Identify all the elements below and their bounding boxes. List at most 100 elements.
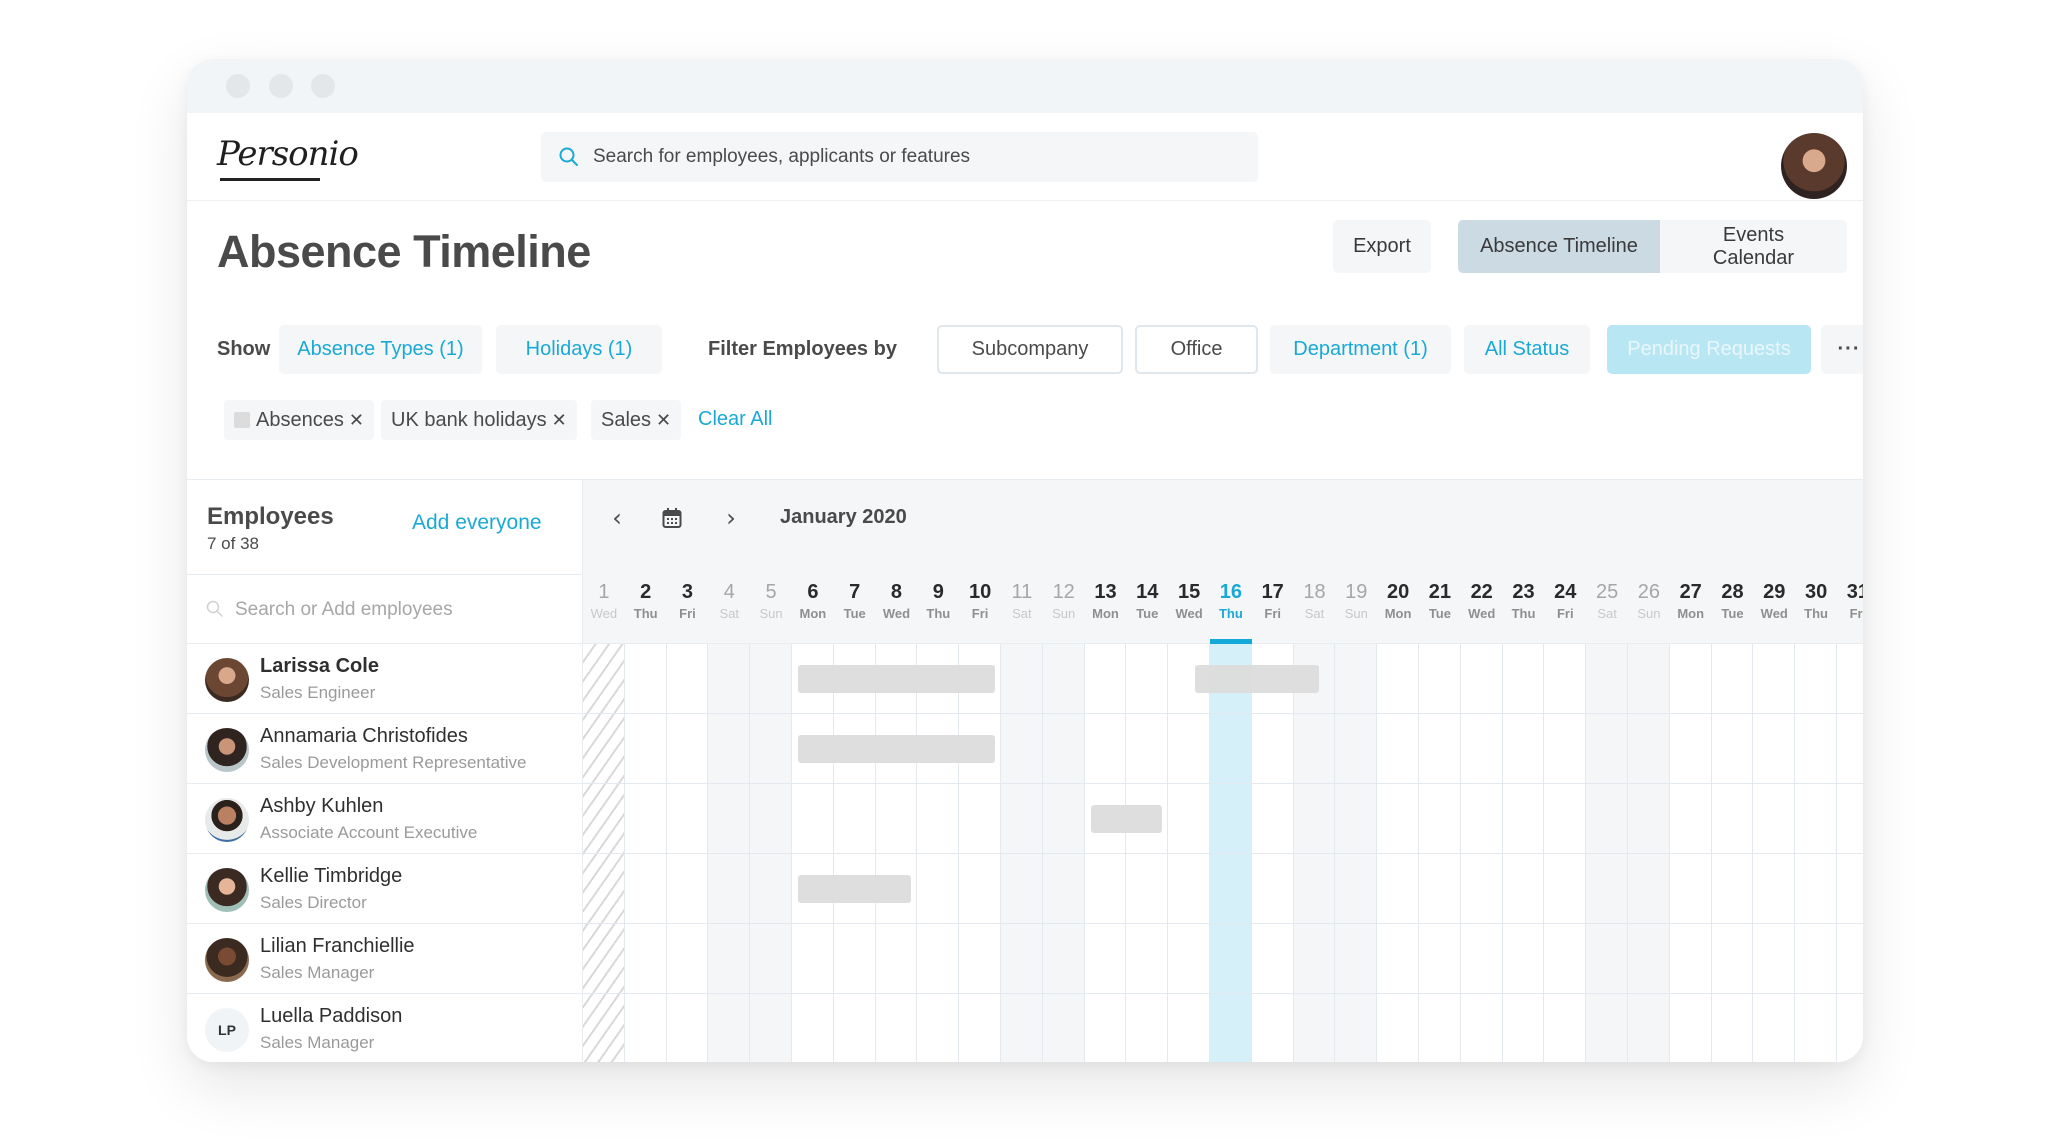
day-number: 25 xyxy=(1595,581,1619,603)
day-header: 12 Sun xyxy=(1043,580,1085,624)
export-button[interactable]: Export xyxy=(1333,220,1431,273)
employee-search[interactable] xyxy=(187,575,583,644)
employee-row[interactable]: Kellie Timbridge Sales Director xyxy=(187,854,583,924)
status-filter[interactable]: All Status xyxy=(1464,325,1590,374)
day-header: 27 Mon xyxy=(1670,580,1712,624)
day-number: 20 xyxy=(1386,581,1410,603)
logo-text: Personio xyxy=(217,134,359,174)
personio-logo[interactable]: Personio xyxy=(217,134,359,181)
day-header: 18 Sat xyxy=(1294,580,1336,624)
top-navigation: Personio xyxy=(187,113,1863,201)
user-avatar[interactable] xyxy=(1781,133,1847,199)
employees-panel: Employees 7 of 38 Add everyone Larissa C… xyxy=(187,480,583,1062)
tab-events-calendar[interactable]: Events Calendar xyxy=(1660,220,1847,273)
employee-row[interactable]: LP Luella Paddison Sales Manager xyxy=(187,994,583,1062)
absence-bar[interactable] xyxy=(798,875,912,903)
tab-absence-timeline[interactable]: Absence Timeline xyxy=(1458,220,1660,273)
add-everyone-button[interactable]: Add everyone xyxy=(412,511,542,535)
clear-all-button[interactable]: Clear All xyxy=(698,408,772,431)
weekday-label: Mon xyxy=(799,606,827,621)
employee-row[interactable]: Lilian Franchiellie Sales Manager xyxy=(187,924,583,994)
weekday-label: Fri xyxy=(1264,606,1281,621)
day-header: 5 Sun xyxy=(750,580,792,624)
app-window: Personio Absence Timeline Export Absence… xyxy=(187,59,1863,1062)
weekday-label: Fri xyxy=(971,606,989,621)
day-number: 23 xyxy=(1512,581,1535,603)
pending-requests-button[interactable]: Pending Requests xyxy=(1607,325,1811,374)
absence-types-filter[interactable]: Absence Types (1) xyxy=(279,325,482,374)
day-header: 15 Wed xyxy=(1168,580,1210,624)
day-number: 27 xyxy=(1679,581,1702,603)
timeline-grid xyxy=(583,644,1863,1062)
employee-name[interactable]: Ashby Kuhlen xyxy=(260,795,383,818)
window-maximize-button[interactable] xyxy=(311,74,335,98)
weekday-label: Mon xyxy=(1092,606,1119,621)
more-options-button[interactable]: ··· xyxy=(1821,325,1863,374)
day-number: 10 xyxy=(968,581,992,603)
global-search[interactable] xyxy=(541,132,1258,182)
day-number: 22 xyxy=(1470,581,1493,603)
day-number: 18 xyxy=(1303,581,1326,603)
absence-timeline: ‹ › January 2020 1 Wed 2 Thu 3 Fri 4 Sat 5 Sun 6 Mo… xyxy=(583,480,1863,1062)
filter-employees-label: Filter Employees by xyxy=(708,338,897,360)
row-divider xyxy=(583,783,1863,784)
employee-row[interactable]: Larissa Cole Sales Engineer xyxy=(187,644,583,714)
employee-row[interactable]: Ashby Kuhlen Associate Account Executive xyxy=(187,784,583,854)
absence-bar[interactable] xyxy=(798,735,995,763)
remove-tag-icon[interactable]: ✕ xyxy=(656,410,671,431)
weekday-label: Sat xyxy=(1597,606,1617,621)
employee-name[interactable]: Annamaria Christofides xyxy=(260,725,468,748)
employee-name[interactable]: Kellie Timbridge xyxy=(260,865,402,888)
weekday-label: Mon xyxy=(1677,606,1705,621)
employee-name[interactable]: Larissa Cole xyxy=(260,655,379,678)
absence-bar[interactable] xyxy=(798,665,995,693)
day-number: 29 xyxy=(1763,581,1786,603)
absence-bar[interactable] xyxy=(1195,665,1319,693)
day-header: 16 Thu xyxy=(1210,580,1252,624)
employee-row[interactable]: Annamaria Christofides Sales Development … xyxy=(187,714,583,784)
employee-name[interactable]: Lilian Franchiellie xyxy=(260,935,415,958)
calendar-icon[interactable] xyxy=(662,507,690,539)
weekday-label: Wed xyxy=(1760,606,1788,621)
day-header: 24 Fri xyxy=(1544,580,1586,624)
weekday-label: Sun xyxy=(1052,606,1076,621)
day-header: 7 Tue xyxy=(834,580,876,624)
weekday-label: Fri xyxy=(679,606,696,621)
weekday-label: Wed xyxy=(1175,606,1203,621)
logo-underline xyxy=(220,178,320,181)
absence-bar[interactable] xyxy=(1090,805,1163,833)
global-search-input[interactable] xyxy=(593,132,1233,182)
weekday-label: Thu xyxy=(633,606,658,621)
tag-absences: Absences ✕ xyxy=(224,400,374,440)
day-number: 3 xyxy=(681,581,694,603)
day-number: 8 xyxy=(890,581,903,603)
employee-avatar xyxy=(205,798,249,842)
day-header: 20 Mon xyxy=(1377,580,1419,624)
day-number: 16 xyxy=(1219,581,1243,603)
remove-tag-icon[interactable]: ✕ xyxy=(552,410,567,431)
day-number: 24 xyxy=(1554,581,1577,603)
day-header: 22 Wed xyxy=(1461,580,1503,624)
subcompany-filter[interactable]: Subcompany xyxy=(937,325,1123,374)
window-close-button[interactable] xyxy=(226,74,250,98)
window-minimize-button[interactable] xyxy=(269,74,293,98)
holidays-filter[interactable]: Holidays (1) xyxy=(496,325,662,374)
day-number: 28 xyxy=(1721,581,1744,603)
tag-uk-bank-holidays: UK bank holidays ✕ xyxy=(381,400,577,440)
filter-bar: Show Absence Types (1) Holidays (1) Filt… xyxy=(217,325,1863,374)
remove-tag-icon[interactable]: ✕ xyxy=(349,410,364,431)
office-filter[interactable]: Office xyxy=(1135,325,1258,374)
day-header: 8 Wed xyxy=(876,580,918,624)
row-divider xyxy=(583,923,1863,924)
day-header: 1 Wed xyxy=(583,580,625,624)
employee-name[interactable]: Luella Paddison xyxy=(260,1005,402,1028)
employee-search-input[interactable] xyxy=(235,575,565,644)
current-month: January 2020 xyxy=(780,506,907,528)
next-month-button[interactable]: › xyxy=(717,502,745,534)
day-number: 13 xyxy=(1094,581,1117,603)
search-icon xyxy=(557,145,581,169)
day-header: 30 Thu xyxy=(1795,580,1837,624)
weekday-label: Sun xyxy=(1637,606,1661,621)
previous-month-button[interactable]: ‹ xyxy=(603,502,631,534)
department-filter[interactable]: Department (1) xyxy=(1270,325,1451,374)
